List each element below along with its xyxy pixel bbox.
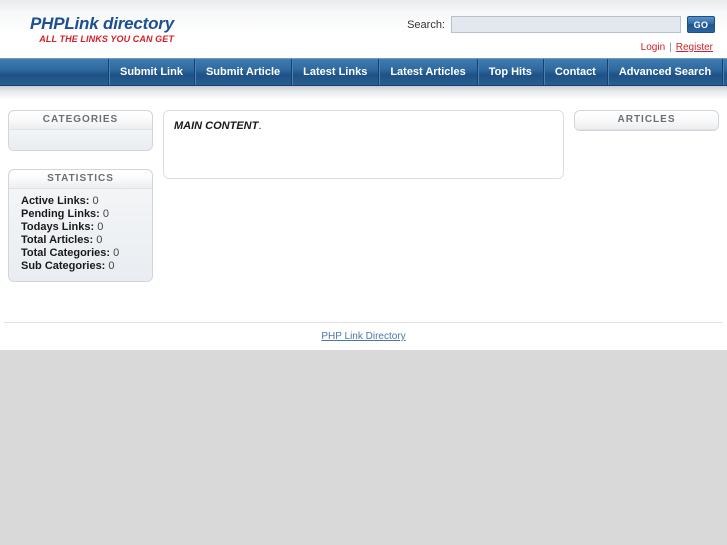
stat-value-active-links: 0 bbox=[92, 195, 99, 207]
register-link[interactable]: Register bbox=[676, 42, 713, 53]
stat-value-sub-categories: 0 bbox=[108, 260, 115, 272]
nav-drop-shadow bbox=[0, 86, 727, 100]
stat-row: Total Articles: 0 bbox=[21, 234, 152, 247]
right-sidebar: ARTICLES bbox=[574, 110, 719, 149]
nav-right-spacer bbox=[723, 59, 727, 85]
logo-title: PHPLink directory bbox=[30, 14, 174, 33]
statistics-panel-title: STATISTICS bbox=[9, 170, 152, 189]
nav-item-submit-link[interactable]: Submit Link bbox=[109, 59, 195, 85]
page-background-area bbox=[0, 350, 727, 545]
stat-row: Total Categories: 0 bbox=[21, 247, 152, 260]
nav-item-contact[interactable]: Contact bbox=[544, 59, 608, 85]
stat-value-total-articles: 0 bbox=[96, 234, 103, 246]
account-links: Login | Register bbox=[641, 42, 713, 53]
search-label: Search: bbox=[407, 18, 445, 31]
categories-panel: CATEGORIES bbox=[8, 110, 153, 151]
main-content-rest: . bbox=[258, 120, 262, 132]
search-input[interactable] bbox=[451, 16, 681, 33]
nav-left-spacer bbox=[0, 59, 109, 85]
left-sidebar: CATEGORIES STATISTICS Active Links: 0 Pe… bbox=[8, 110, 153, 300]
main-content-text: MAIN CONTENT. bbox=[174, 120, 553, 132]
logo-tagline: ALL THE LINKS YOU CAN GET bbox=[39, 34, 174, 44]
main-content-box: MAIN CONTENT. bbox=[163, 110, 564, 179]
nav-item-advanced-search[interactable]: Advanced Search bbox=[608, 59, 724, 85]
nav-item-latest-articles[interactable]: Latest Articles bbox=[379, 59, 478, 85]
categories-panel-body bbox=[9, 130, 152, 150]
search-go-button[interactable]: GO bbox=[687, 16, 715, 33]
stat-label-total-articles: Total Articles: bbox=[21, 234, 94, 246]
main-navigation: Submit Link Submit Article Latest Links … bbox=[0, 58, 727, 86]
stat-label-sub-categories: Sub Categories: bbox=[21, 260, 106, 272]
content-sheet: PHPLink directory ALL THE LINKS YOU CAN … bbox=[0, 0, 727, 350]
nav-item-latest-links[interactable]: Latest Links bbox=[292, 59, 380, 85]
stat-label-active-links: Active Links: bbox=[21, 195, 90, 207]
categories-panel-title: CATEGORIES bbox=[9, 111, 152, 130]
page-body: CATEGORIES STATISTICS Active Links: 0 Pe… bbox=[0, 100, 727, 300]
stat-row: Active Links: 0 bbox=[21, 195, 152, 208]
site-footer: PHP Link Directory bbox=[0, 322, 727, 350]
main-content-heading: MAIN CONTENT bbox=[174, 120, 259, 132]
stat-value-total-categories: 0 bbox=[113, 247, 120, 259]
footer-content: PHP Link Directory bbox=[0, 323, 727, 350]
site-header: PHPLink directory ALL THE LINKS YOU CAN … bbox=[0, 0, 727, 58]
stat-label-todays-links: Todays Links: bbox=[21, 221, 95, 233]
statistics-panel-body: Active Links: 0 Pending Links: 0 Todays … bbox=[9, 189, 152, 281]
stat-row: Sub Categories: 0 bbox=[21, 260, 152, 273]
main-column: MAIN CONTENT. bbox=[163, 110, 564, 179]
search-bar: Search: GO bbox=[407, 16, 715, 33]
nav-item-submit-article[interactable]: Submit Article bbox=[195, 59, 293, 85]
footer-site-link[interactable]: PHP Link Directory bbox=[321, 331, 405, 342]
stat-row: Todays Links: 0 bbox=[21, 221, 152, 234]
stat-row: Pending Links: 0 bbox=[21, 208, 152, 221]
site-logo[interactable]: PHPLink directory ALL THE LINKS YOU CAN … bbox=[30, 14, 174, 45]
nav-item-top-hits[interactable]: Top Hits bbox=[478, 59, 544, 85]
login-link[interactable]: Login bbox=[641, 42, 665, 53]
page-root: PHPLink directory ALL THE LINKS YOU CAN … bbox=[0, 0, 727, 545]
stat-value-todays-links: 0 bbox=[97, 221, 104, 233]
account-separator: | bbox=[669, 42, 672, 53]
articles-panel-title: ARTICLES bbox=[575, 111, 718, 130]
stat-label-total-categories: Total Categories: bbox=[21, 247, 111, 259]
articles-panel: ARTICLES bbox=[574, 110, 719, 131]
stat-label-pending-links: Pending Links: bbox=[21, 208, 100, 220]
stat-value-pending-links: 0 bbox=[102, 208, 110, 220]
statistics-panel: STATISTICS Active Links: 0 Pending Links… bbox=[8, 169, 153, 282]
